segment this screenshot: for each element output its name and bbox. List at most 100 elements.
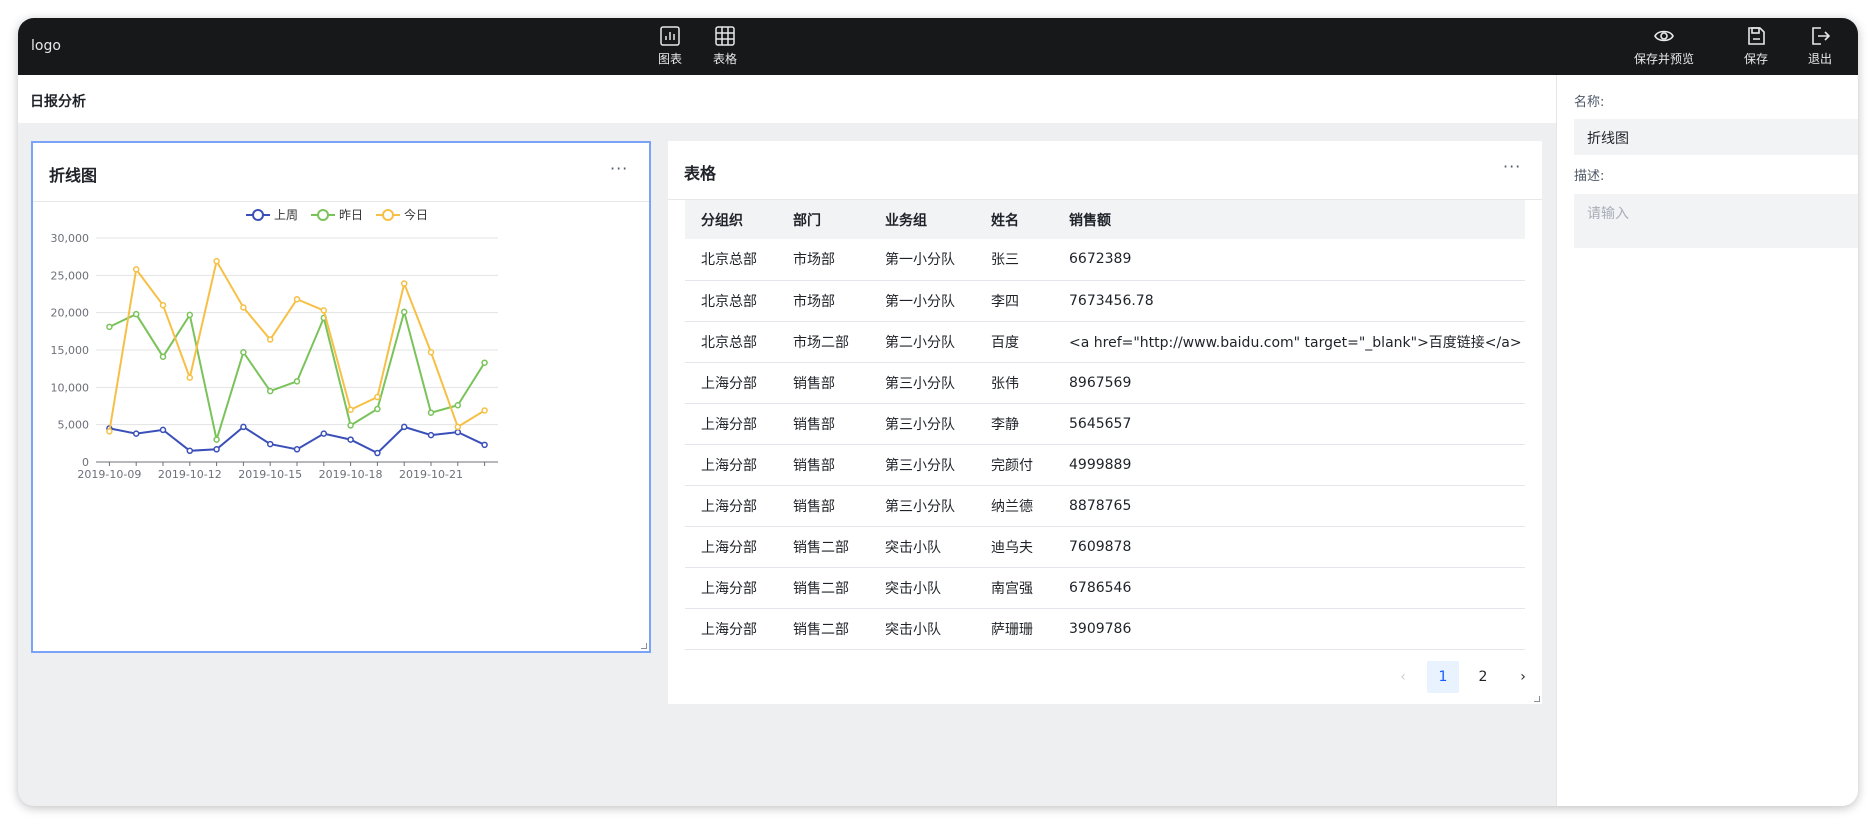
data-point [240, 304, 247, 311]
logo: logo [31, 38, 61, 54]
table-cell: 上海分部 [685, 608, 777, 650]
y-tick-label: 5,000 [58, 419, 90, 432]
table-cell: 7609878 [1053, 526, 1525, 568]
table-row[interactable]: 上海分部 销售二部 突击小队 南宫强 6786546 [685, 567, 1525, 609]
table-cell: 北京总部 [685, 239, 777, 281]
page-title: 日报分析 [30, 94, 86, 110]
data-point [427, 431, 435, 439]
data-point [159, 353, 167, 360]
data-point [186, 311, 194, 319]
app-window: logo 图表 表格 保存并预览 保存 退出 日报分析 名称: 折线图 描述: … [18, 18, 1858, 806]
table-cell: 7673456.78 [1053, 280, 1525, 322]
data-point [266, 387, 274, 395]
table-row[interactable]: 北京总部 市场部 第一小分队 李四 7673456.78 [685, 280, 1525, 322]
page-1-button[interactable]: 1 [1427, 661, 1459, 693]
data-point [427, 409, 435, 416]
table-cell: 第三小分队 [869, 444, 975, 486]
data-point [293, 295, 301, 303]
table-cell: 第三小分队 [869, 403, 975, 445]
data-point [454, 428, 462, 436]
properties-panel: 名称: 折线图 描述: 请输入 [1556, 75, 1858, 806]
prev-page-button[interactable]: ‹ [1387, 661, 1419, 693]
y-tick-label: 10,000 [51, 381, 90, 394]
data-point [374, 405, 381, 413]
table-cell: 第三小分队 [869, 362, 975, 404]
line-chart-card[interactable]: 折线图 ··· 0 5,000 10,000 15,000 20,000 25,000 30… [31, 141, 651, 653]
table-card-more-icon[interactable]: ··· [1503, 157, 1521, 176]
table-cell: 5645657 [1053, 403, 1525, 445]
data-table: 分组织 部门 业务组 姓名 销售额 北京总部 市场部 第一小分队 张三 6672389 北京总部市… [685, 200, 1525, 650]
table-cell: 市场部 [777, 239, 869, 281]
description-field[interactable]: 请输入 [1574, 194, 1858, 248]
next-page-button[interactable]: › [1507, 661, 1539, 693]
data-point [320, 430, 328, 437]
table-cell: 销售二部 [777, 526, 869, 568]
table-cell: 李四 [975, 280, 1053, 322]
table-cell: 4999889 [1053, 444, 1525, 486]
table-cell: 第三小分队 [869, 485, 975, 527]
table-cell: 上海分部 [685, 526, 777, 568]
table-row[interactable]: 上海分部 销售部 第三小分队 纳兰德 8878765 [685, 485, 1525, 527]
data-point [159, 426, 167, 434]
save-and-preview-label: 保存并预览 [1634, 52, 1695, 66]
data-point [481, 407, 488, 414]
x-tick-label: 2019-10-21 [399, 468, 463, 481]
table-cell: 李静 [975, 403, 1053, 445]
table-cell: 销售部 [777, 362, 869, 404]
table-icon [715, 26, 735, 46]
table-cell: 上海分部 [685, 403, 777, 445]
legend-label: 今日 [404, 207, 428, 222]
data-point [213, 446, 220, 453]
chart-button-label: 图表 [658, 52, 683, 66]
table-button[interactable]: 表格 [713, 25, 737, 67]
save-button[interactable]: 保存 [1744, 25, 1768, 67]
table-button-label: 表格 [713, 52, 738, 66]
name-field[interactable]: 折线图 [1574, 119, 1858, 155]
table-row[interactable]: 北京总部 市场部 第一小分队 张三 6672389 [685, 239, 1525, 281]
table-cell: 第二小分队 [869, 321, 975, 363]
table-cell: 突击小队 [869, 567, 975, 609]
x-tick-label: 2019-10-12 [158, 468, 222, 481]
table-cell: 北京总部 [685, 321, 777, 363]
chart-card-more-icon[interactable]: ··· [610, 159, 628, 178]
column-header: 部门 [777, 200, 869, 239]
table-cell: 北京总部 [685, 280, 777, 322]
data-point [240, 423, 247, 431]
legend-label: 上周 [274, 208, 298, 222]
resize-handle[interactable] [641, 643, 647, 649]
data-point [347, 406, 354, 413]
save-and-preview-button[interactable]: 保存并预览 [1634, 25, 1694, 67]
data-point [454, 423, 462, 431]
table-header-row: 分组织 部门 业务组 姓名 销售额 [685, 200, 1525, 239]
y-tick-label: 20,000 [51, 307, 90, 320]
data-point [266, 336, 274, 343]
exit-button[interactable]: 退出 [1808, 25, 1832, 67]
data-point [106, 428, 113, 435]
data-point [374, 393, 381, 401]
table-cell: 突击小队 [869, 608, 975, 650]
table-row[interactable]: 北京总部 市场二部 第二小分队 百度 <a href="http://www.baidu… [685, 321, 1525, 363]
table-cell: 销售部 [777, 403, 869, 445]
data-point [132, 310, 140, 318]
exit-icon [1812, 27, 1831, 45]
table-cell: 6672389 [1053, 239, 1525, 281]
legend-marker [382, 209, 394, 221]
table-cell: 纳兰德 [975, 485, 1053, 527]
table-row[interactable]: 上海分部 销售二部 突击小队 萨珊珊 3909786 [685, 608, 1525, 650]
table-card[interactable]: 表格 ··· 分组织 部门 业务组 姓名 销售额 北京总部 市场部 第一小分队 张三 66723… [668, 141, 1542, 704]
table-row[interactable]: 上海分部 销售二部 突击小队 迪乌夫 7609878 [685, 526, 1525, 568]
data-point [454, 402, 462, 409]
table-cell: 南宫强 [975, 567, 1053, 609]
resize-handle[interactable] [1534, 696, 1540, 702]
data-point [213, 436, 220, 443]
chart-button[interactable]: 图表 [658, 25, 682, 67]
data-point [400, 280, 408, 287]
table-cell: 销售部 [777, 444, 869, 486]
data-point [293, 446, 301, 453]
table-row[interactable]: 上海分部 销售部 第三小分队 张伟 8967569 [685, 362, 1525, 404]
x-tick-label: 2019-10-15 [238, 468, 302, 481]
table-row[interactable]: 上海分部 销售部 第三小分队 完颜付 4999889 [685, 444, 1525, 486]
page-2-button[interactable]: 2 [1467, 661, 1499, 693]
table-row[interactable]: 上海分部 销售部 第三小分队 李静 5645657 [685, 403, 1525, 445]
column-header: 分组织 [685, 200, 777, 239]
